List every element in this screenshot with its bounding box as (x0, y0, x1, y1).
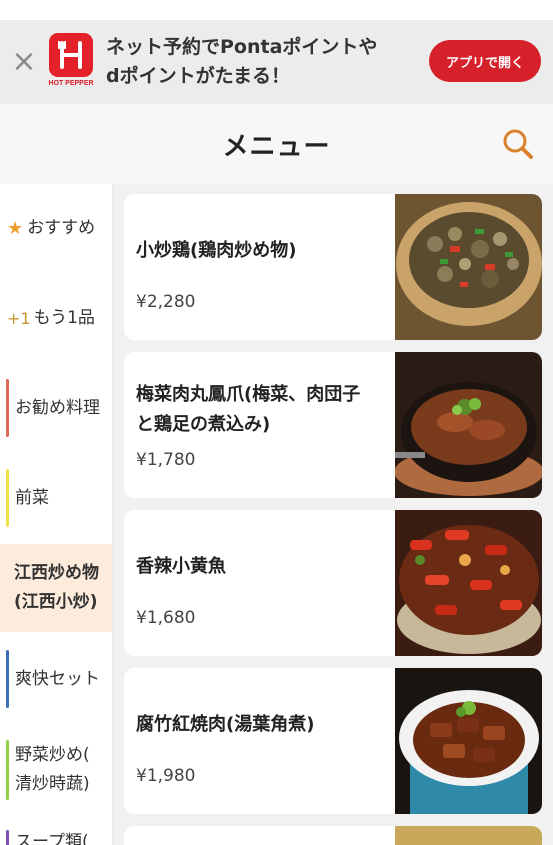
app-banner: × HOT PEPPER ネット予約でPontaポイントや dポイントがたまる！… (0, 20, 553, 104)
sidebar-label-line-2: (江西小炒) (14, 592, 98, 612)
category-color-bar (6, 469, 9, 527)
sidebar-item-recommended[interactable]: ★ おすすめ (0, 202, 112, 254)
dish-photo (395, 194, 542, 340)
hot-pepper-logo: HOT PEPPER (48, 33, 94, 91)
menu-item-price: ¥1,780 (136, 450, 196, 470)
category-color-bar (6, 650, 9, 708)
banner-message: ネット予約でPontaポイントや dポイントがたまる！ (106, 33, 396, 91)
sidebar-item-one-more[interactable]: +1 もう1品 (0, 292, 112, 344)
menu-item-price: ¥2,280 (136, 292, 196, 312)
menu-item-card[interactable]: 小炒鶏(鶏肉炒め物) ¥2,280 (124, 194, 542, 340)
menu-item-name: 小炒鶏(鶏肉炒め物) (136, 240, 297, 261)
sidebar-label-line-1: 野菜炒め( (15, 745, 90, 765)
logo-text: HOT PEPPER (48, 80, 94, 87)
category-color-bar (6, 379, 9, 437)
sidebar-label-line-2: 清炒時蔬) (15, 774, 90, 794)
sidebar-item-label: 爽快セット (15, 669, 100, 689)
open-app-button[interactable]: アプリで開く (429, 40, 541, 82)
menu-item-card[interactable]: 腐竹紅焼肉(湯葉角煮) ¥1,980 (124, 668, 542, 814)
sidebar-item-label: 前菜 (15, 488, 49, 508)
category-color-bar (6, 830, 9, 845)
menu-item-name-line-2: と鶏足の煮込み) (136, 414, 271, 435)
banner-line-1: ネット予約でPontaポイントや (106, 36, 378, 58)
search-icon[interactable] (500, 126, 536, 162)
sidebar-item-appetizers[interactable]: 前菜 (0, 469, 112, 527)
sidebar-item-label: 野菜炒め( 清炒時蔬) (15, 741, 90, 799)
menu-item-name: 香辣小黄魚 (136, 556, 226, 577)
status-area (0, 0, 553, 20)
menu-item-price: ¥1,980 (136, 766, 196, 786)
sidebar-item-label: もう1品 (33, 308, 95, 328)
plus-one-icon: +1 (7, 308, 31, 328)
menu-item-price: ¥1,680 (136, 608, 196, 628)
sidebar-item-label: おすすめ (27, 218, 96, 238)
sidebar-item-recommended-dishes[interactable]: お勧め料理 (0, 379, 112, 437)
sidebar-item-jiangxi-stir-fry[interactable]: 江西炒め物 (江西小炒) (0, 544, 112, 632)
sidebar-item-label: スープ類( (15, 832, 89, 845)
sidebar-item-set[interactable]: 爽快セット (0, 650, 112, 708)
banner-line-2: dポイントがたまる！ (106, 65, 291, 87)
sidebar-item-label: 江西炒め物 (江西小炒) (14, 559, 99, 617)
star-icon: ★ (7, 217, 24, 239)
dish-photo (395, 826, 542, 845)
menu-item-name: 梅菜肉丸鳳爪(梅菜、肉団子 と鶏足の煮込み) (136, 380, 386, 440)
menu-item-card[interactable]: 梅菜肉丸鳳爪(梅菜、肉団子 と鶏足の煮込み) ¥1,780 (124, 352, 542, 498)
menu-item-card[interactable] (124, 826, 542, 845)
dish-photo (395, 668, 542, 814)
menu-list: 小炒鶏(鶏肉炒め物) ¥2,280 梅菜肉丸鳳爪(梅菜、肉団子 と鶏足の煮込み) (113, 184, 553, 845)
close-icon[interactable]: × (0, 20, 48, 104)
sidebar-label-line-1: 江西炒め物 (14, 563, 99, 583)
dish-photo (394, 352, 542, 498)
page-header: メニュー (0, 104, 553, 184)
sidebar-item-label: お勧め料理 (15, 398, 100, 418)
category-sidebar: ★ おすすめ +1 もう1品 お勧め料理 前菜 江西炒め物 (江西小炒) 爽快セ… (0, 184, 113, 845)
category-color-bar (6, 740, 9, 800)
sidebar-item-vegetables[interactable]: 野菜炒め( 清炒時蔬) (0, 740, 112, 800)
dish-photo (395, 510, 542, 656)
sidebar-item-soups[interactable]: スープ類( (0, 828, 112, 845)
page-title: メニュー (222, 131, 331, 162)
menu-item-name: 腐竹紅焼肉(湯葉角煮) (136, 714, 315, 735)
menu-item-name-line-1: 梅菜肉丸鳳爪(梅菜、肉団子 (136, 384, 361, 405)
menu-item-card[interactable]: 香辣小黄魚 ¥1,680 (124, 510, 542, 656)
